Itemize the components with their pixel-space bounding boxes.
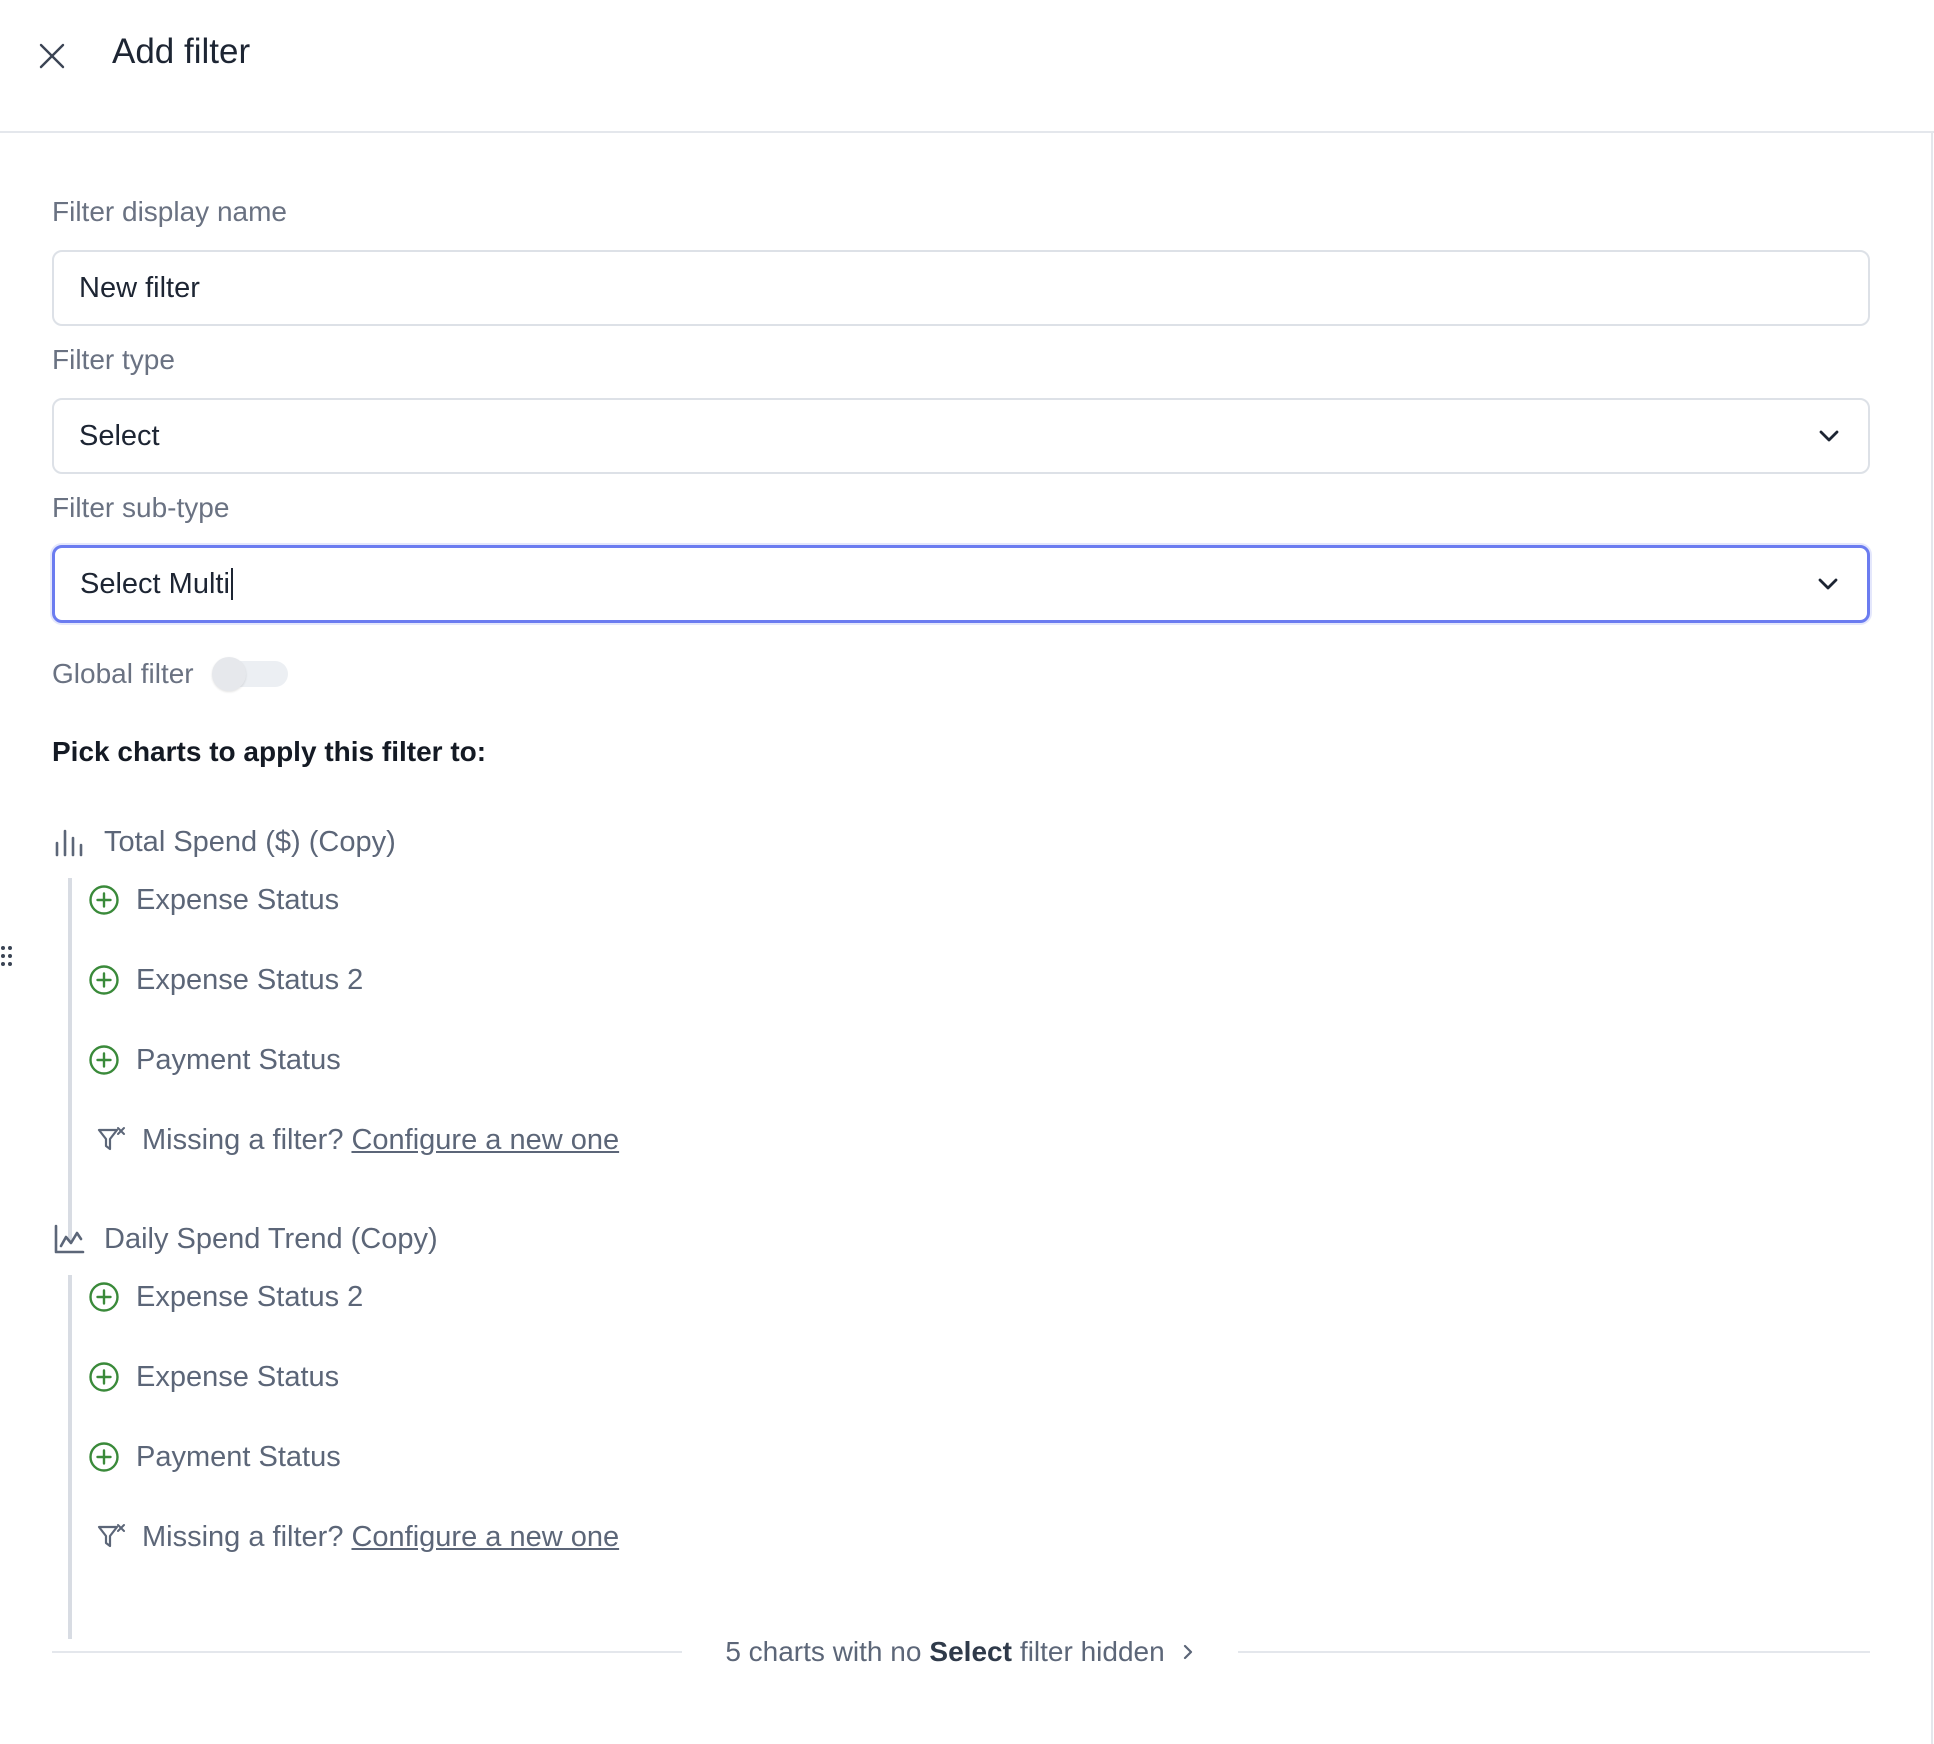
filter-item-label: Expense Status 2 (136, 1280, 364, 1313)
add-circle-icon (89, 1442, 119, 1472)
missing-filter-text: Missing a filter? (142, 1123, 344, 1156)
bar-chart-icon (55, 829, 83, 857)
display-name-value: New filter (79, 271, 200, 304)
chart-title: Daily Spend Trend (Copy) (104, 1222, 438, 1255)
filter-off-icon (97, 1127, 125, 1151)
close-button[interactable] (34, 38, 70, 74)
line-chart-icon (54, 1224, 85, 1254)
hidden-charts-suffix: filter hidden (1019, 1636, 1165, 1667)
close-icon (39, 43, 65, 69)
tree-line (68, 878, 72, 1242)
add-circle-icon (89, 1362, 119, 1392)
chevron-right-icon (1183, 1644, 1192, 1660)
add-circle-icon (89, 1045, 119, 1075)
filter-subtype-select[interactable]: Select Multi (52, 545, 1870, 623)
missing-filter-row: Missing a filter? Configure a new one (96, 1515, 619, 1559)
add-filter-item[interactable]: Expense Status 2 (88, 1275, 363, 1319)
panel-divider (1931, 133, 1933, 1744)
hidden-charts-prefix: 5 charts with no (725, 1636, 922, 1667)
panel-title: Add filter (112, 32, 251, 71)
filter-item-label: Payment Status (136, 1440, 341, 1473)
configure-new-filter-link[interactable]: Configure a new one (351, 1521, 619, 1554)
missing-filter-row: Missing a filter? Configure a new one (96, 1118, 619, 1162)
global-filter-toggle[interactable] (211, 657, 288, 691)
chart-title-row: Total Spend ($) (Copy) (52, 820, 396, 864)
filter-item-label: Expense Status (136, 883, 340, 916)
filter-subtype-label: Filter sub-type (52, 492, 230, 523)
toggle-knob (211, 657, 246, 691)
global-filter-row: Global filter (52, 654, 288, 694)
missing-filter-text: Missing a filter? (142, 1520, 344, 1553)
drag-handle-icon[interactable] (0, 944, 14, 968)
add-filter-item[interactable]: Expense Status 2 (88, 958, 363, 1002)
hidden-charts-type: Select (929, 1636, 1012, 1667)
filter-type-value: Select (79, 419, 160, 452)
chevron-down-icon (1818, 578, 1838, 590)
display-name-label: Filter display name (52, 196, 287, 227)
add-circle-icon (89, 1282, 119, 1312)
filter-subtype-value: Select Multi (80, 567, 230, 600)
global-filter-label: Global filter (52, 658, 194, 689)
filter-item-label: Payment Status (136, 1043, 341, 1076)
hidden-charts-toggle[interactable]: 5 charts with no Select filter hidden (52, 1630, 1870, 1674)
filter-item-label: Expense Status 2 (136, 963, 364, 996)
filter-type-label: Filter type (52, 344, 175, 375)
panel-header: Add filter (0, 0, 1934, 133)
add-filter-item[interactable]: Payment Status (88, 1435, 341, 1479)
add-circle-icon (89, 965, 119, 995)
add-filter-panel: Add filter Filter display name New filte… (0, 0, 1934, 1744)
section-heading: Pick charts to apply this filter to: (52, 736, 487, 767)
filter-off-icon (97, 1524, 125, 1548)
display-name-input[interactable]: New filter (52, 250, 1870, 326)
add-filter-item[interactable]: Payment Status (88, 1038, 341, 1082)
add-filter-item[interactable]: Expense Status (88, 878, 339, 922)
tree-line (68, 1275, 72, 1639)
filter-type-select[interactable]: Select (52, 398, 1870, 474)
add-circle-icon (89, 885, 119, 915)
text-cursor (230, 568, 233, 600)
filter-item-label: Expense Status (136, 1360, 340, 1393)
chart-title: Total Spend ($) (Copy) (104, 825, 396, 858)
add-filter-item[interactable]: Expense Status (88, 1355, 339, 1399)
chart-title-row: Daily Spend Trend (Copy) (52, 1217, 438, 1261)
chevron-down-icon (1819, 430, 1839, 442)
hidden-charts-row: 5 charts with no Select filter hidden (52, 1630, 1870, 1674)
configure-new-filter-link[interactable]: Configure a new one (351, 1124, 619, 1157)
